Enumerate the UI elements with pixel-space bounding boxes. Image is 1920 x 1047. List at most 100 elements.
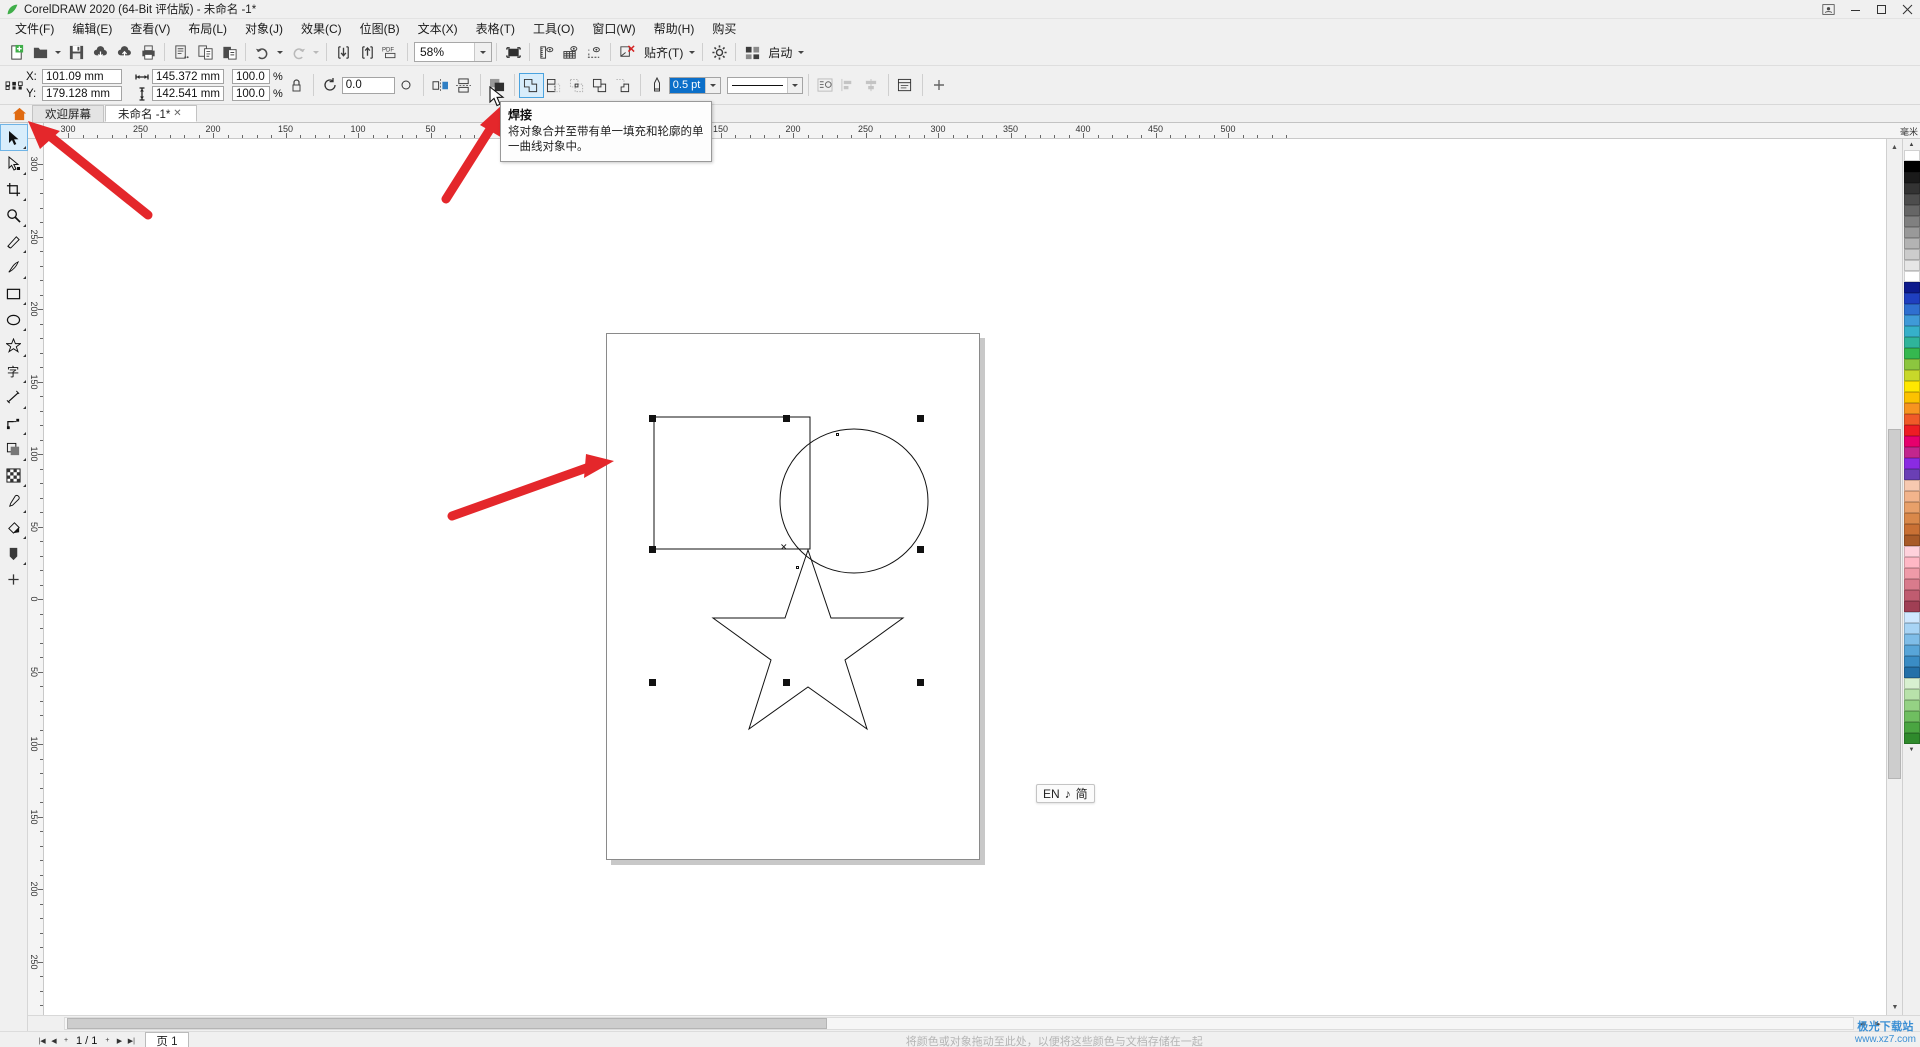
rectangle-tool[interactable] <box>1 281 27 306</box>
rotation-input[interactable]: 0.0 <box>341 76 395 94</box>
palette-swatch[interactable] <box>1903 348 1920 359</box>
palette-swatch[interactable] <box>1903 623 1920 634</box>
palette-swatch[interactable] <box>1903 326 1920 337</box>
palette-swatch[interactable] <box>1903 161 1920 172</box>
pick-tool[interactable] <box>0 124 28 151</box>
trim-button[interactable] <box>543 74 566 97</box>
menu-object[interactable]: 对象(J) <box>236 20 292 38</box>
mirror-vertical-icon[interactable] <box>452 74 475 97</box>
launch-icon[interactable] <box>740 41 764 64</box>
weld-button[interactable] <box>518 72 544 98</box>
menu-table[interactable]: 表格(T) <box>467 20 524 38</box>
palette-swatch[interactable] <box>1903 359 1920 370</box>
cloud-upload-icon[interactable] <box>112 41 136 64</box>
launch-dropdown-icon[interactable] <box>795 41 807 64</box>
line-style-combo[interactable] <box>726 76 803 94</box>
redo-dropdown-icon[interactable] <box>310 41 322 64</box>
text-wrap-icon[interactable] <box>814 74 837 97</box>
selection-handle-sw[interactable] <box>649 679 656 686</box>
palette-swatch[interactable] <box>1903 480 1920 491</box>
selection-handle-se[interactable] <box>917 679 924 686</box>
tab-welcome-screen[interactable]: 欢迎屏幕 <box>32 105 104 122</box>
parallel-dimension-tool[interactable] <box>1 385 27 410</box>
ellipse-node-top[interactable] <box>836 433 839 436</box>
zoom-level-combo[interactable]: 58% <box>414 42 492 62</box>
options-gear-icon[interactable] <box>707 41 731 64</box>
palette-scroll-up-icon[interactable]: ▲ <box>1903 139 1920 150</box>
last-page-button[interactable]: ▶| <box>125 1034 137 1047</box>
view-guides-icon[interactable] <box>582 41 606 64</box>
palette-swatch[interactable] <box>1903 403 1920 414</box>
palette-swatch[interactable] <box>1903 392 1920 403</box>
maximize-button[interactable] <box>1868 0 1894 19</box>
palette-swatch[interactable] <box>1903 458 1920 469</box>
palette-swatch[interactable] <box>1903 601 1920 612</box>
snap-label[interactable]: 贴齐(T) <box>639 44 686 61</box>
open-document-icon[interactable] <box>28 41 52 64</box>
palette-swatch[interactable] <box>1903 260 1920 271</box>
palette-swatch[interactable] <box>1903 491 1920 502</box>
selection-handle-n[interactable] <box>783 415 790 422</box>
menu-view[interactable]: 查看(V) <box>121 20 179 38</box>
palette-swatch[interactable] <box>1903 315 1920 326</box>
menu-effects[interactable]: 效果(C) <box>292 20 351 38</box>
smart-fill-tool[interactable] <box>1 541 27 566</box>
object-origin-icon[interactable] <box>4 80 26 90</box>
redo-icon[interactable] <box>286 41 310 64</box>
align-center-icon[interactable] <box>860 74 883 97</box>
paste-icon[interactable] <box>217 41 241 64</box>
tab-untitled-1[interactable]: 未命名 -1* ✕ <box>105 105 198 122</box>
horizontal-scrollbar[interactable] <box>64 1017 1854 1030</box>
interactive-fill-tool[interactable] <box>1 515 27 540</box>
palette-swatch[interactable] <box>1903 579 1920 590</box>
palette-swatch[interactable] <box>1903 678 1920 689</box>
snap-dropdown-icon[interactable] <box>686 41 698 64</box>
align-left-icon[interactable] <box>837 74 860 97</box>
width-input[interactable]: 145.372 mm <box>152 69 224 84</box>
prev-page-button[interactable]: ◀ <box>48 1034 60 1047</box>
new-document-icon[interactable] <box>4 41 28 64</box>
horizontal-scroll-row[interactable]: ◀ ▶ <box>28 1015 1920 1031</box>
export-icon[interactable] <box>355 41 379 64</box>
palette-swatch[interactable] <box>1903 634 1920 645</box>
clear-transform-icon[interactable] <box>615 41 639 64</box>
color-eyedropper-tool[interactable] <box>1 489 27 514</box>
view-rulers-icon[interactable] <box>534 41 558 64</box>
minimize-button[interactable] <box>1842 0 1868 19</box>
vertical-scrollbar[interactable]: ▲ ▼ <box>1886 139 1902 1015</box>
palette-swatch[interactable] <box>1903 502 1920 513</box>
palette-swatch[interactable] <box>1903 447 1920 458</box>
intersect-button[interactable] <box>566 74 589 97</box>
palette-swatch[interactable] <box>1903 645 1920 656</box>
print-icon[interactable] <box>136 41 160 64</box>
palette-swatch[interactable] <box>1903 183 1920 194</box>
transparency-tool[interactable] <box>1 463 27 488</box>
line-style-dropdown-icon[interactable] <box>786 77 802 93</box>
shape-tool[interactable] <box>1 151 27 176</box>
palette-swatch[interactable] <box>1903 436 1920 447</box>
selection-handle-e[interactable] <box>917 546 924 553</box>
undo-icon[interactable] <box>250 41 274 64</box>
horizontal-scroll-thumb[interactable] <box>67 1018 827 1029</box>
palette-swatch[interactable] <box>1903 667 1920 678</box>
ellipse-tool[interactable] <box>1 307 27 332</box>
selection-handle-nw[interactable] <box>649 415 656 422</box>
palette-swatch[interactable] <box>1903 700 1920 711</box>
home-icon[interactable] <box>6 105 32 122</box>
menu-tools[interactable]: 工具(O) <box>524 20 583 38</box>
ellipse-node-bottom[interactable] <box>796 566 799 569</box>
palette-swatch[interactable] <box>1903 524 1920 535</box>
user-account-icon[interactable] <box>1814 0 1842 19</box>
palette-swatch[interactable] <box>1903 733 1920 744</box>
palette-swatch[interactable] <box>1903 381 1920 392</box>
menu-file[interactable]: 文件(F) <box>6 20 63 38</box>
lock-ratio-icon[interactable] <box>285 74 308 97</box>
scroll-down-arrow[interactable]: ▼ <box>1887 999 1903 1015</box>
palette-swatch[interactable] <box>1903 513 1920 524</box>
palette-swatch[interactable] <box>1903 172 1920 183</box>
launch-label[interactable]: 启动 <box>764 44 795 61</box>
close-icon[interactable]: ✕ <box>170 105 184 122</box>
palette-swatch[interactable] <box>1903 282 1920 293</box>
selection-handle-ne[interactable] <box>917 415 924 422</box>
palette-swatch[interactable] <box>1903 722 1920 733</box>
